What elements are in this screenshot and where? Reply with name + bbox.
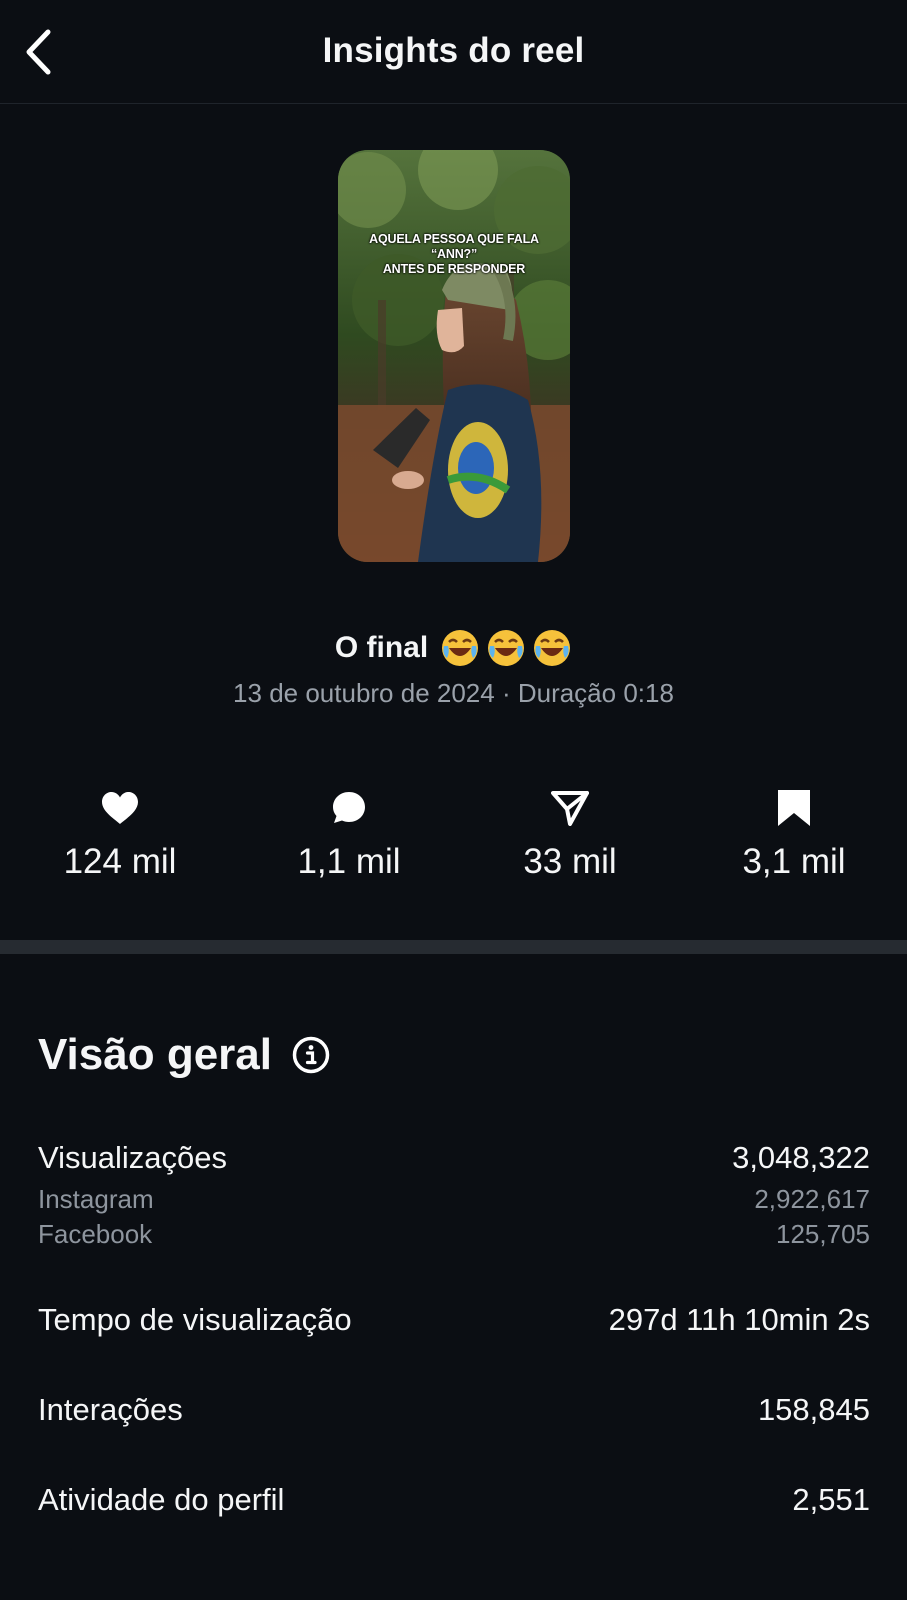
- laughing-emoji-icon: [488, 630, 525, 666]
- instagram-value: 2,922,617: [754, 1184, 870, 1214]
- profile-activity-row[interactable]: Atividade do perfil 2,551: [38, 1482, 870, 1518]
- comment-icon: [333, 792, 365, 823]
- overview-title: Visão geral: [38, 1030, 272, 1079]
- instagram-views-row: Instagram 2,922,617: [38, 1184, 870, 1215]
- interactions-label: Interações: [38, 1392, 183, 1427]
- instagram-label: Instagram: [38, 1184, 154, 1214]
- shares-count: 33 mil: [523, 842, 617, 881]
- interactions-value: 158,845: [757, 1392, 870, 1427]
- comments-stat[interactable]: 1,1 mil: [249, 788, 449, 882]
- interactions-row[interactable]: Interações 158,845: [38, 1392, 870, 1428]
- shares-stat[interactable]: 33 mil: [470, 788, 670, 882]
- reel-thumbnail-image: [338, 150, 570, 562]
- page-title: Insights do reel: [322, 31, 585, 70]
- facebook-views-row: Facebook 125,705: [38, 1219, 870, 1250]
- likes-stat[interactable]: 124 mil: [20, 788, 220, 882]
- watch-time-row[interactable]: Tempo de visualização 297d 11h 10min 2s: [38, 1302, 870, 1338]
- watch-time-label: Tempo de visualização: [38, 1302, 352, 1337]
- bookmark-icon: [778, 790, 810, 826]
- views-row[interactable]: Visualizações 3,048,322: [38, 1140, 870, 1176]
- thumbnail-caption-line-2: ANTES DE RESPONDER: [382, 262, 526, 276]
- profile-activity-value: 2,551: [792, 1482, 870, 1517]
- laughing-emoji-icon: [534, 630, 571, 666]
- views-label: Visualizações: [38, 1140, 227, 1175]
- reel-title-text: O final: [334, 631, 429, 664]
- reel-date-duration: 13 de outubro de 2024 · Duração 0:18: [233, 678, 674, 708]
- saves-stat[interactable]: 3,1 mil: [694, 788, 894, 882]
- reel-insights-page: Insights do reel AQUELA PESSOA QUE FALA …: [0, 0, 907, 1600]
- overview-heading: Visão geral: [38, 1030, 330, 1080]
- comments-count: 1,1 mil: [297, 842, 401, 881]
- laughing-emoji-icon: [442, 630, 479, 666]
- likes-count: 124 mil: [63, 842, 177, 881]
- top-bar: Insights do reel: [0, 0, 907, 104]
- reel-title: O final: [0, 628, 907, 668]
- info-icon[interactable]: [292, 1036, 330, 1074]
- reel-thumbnail-caption: AQUELA PESSOA QUE FALA “ANN?” ANTES DE R…: [338, 232, 570, 277]
- facebook-value: 125,705: [776, 1219, 870, 1249]
- saves-count: 3,1 mil: [742, 842, 846, 881]
- profile-activity-label: Atividade do perfil: [38, 1482, 285, 1517]
- views-value: 3,048,322: [732, 1140, 870, 1175]
- send-icon: [551, 791, 589, 826]
- reel-title-emojis: [440, 628, 572, 668]
- watch-time-value: 297d 11h 10min 2s: [608, 1302, 870, 1337]
- thumbnail-caption-line-1: AQUELA PESSOA QUE FALA “ANN?”: [369, 232, 539, 261]
- section-divider: [0, 940, 907, 954]
- reel-thumbnail[interactable]: AQUELA PESSOA QUE FALA “ANN?” ANTES DE R…: [338, 150, 570, 562]
- facebook-label: Facebook: [38, 1219, 153, 1249]
- heart-icon: [102, 792, 138, 824]
